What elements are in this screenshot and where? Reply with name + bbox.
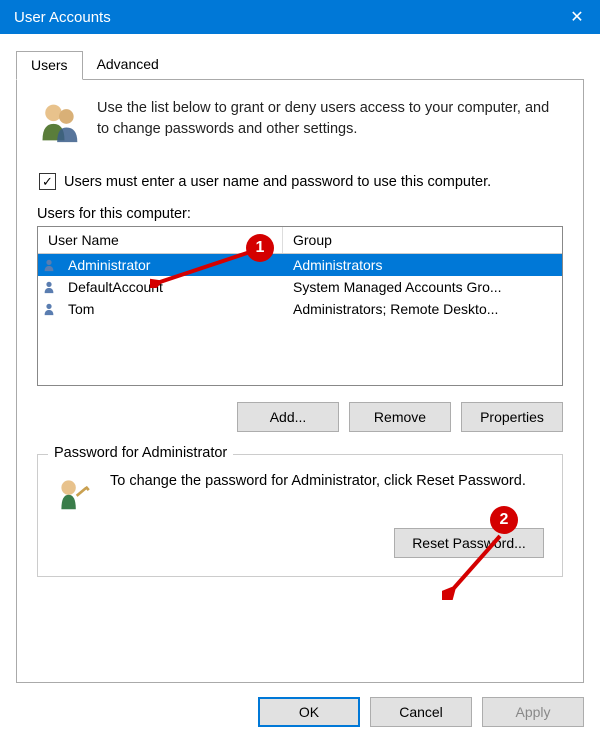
user-icon	[38, 302, 58, 316]
cell-username: DefaultAccount	[58, 276, 283, 298]
password-button-row: Reset Password...	[56, 528, 544, 558]
intro-row: Use the list below to grant or deny user…	[37, 98, 563, 149]
tab-advanced[interactable]: Advanced	[83, 51, 173, 80]
users-list-label: Users for this computer:	[37, 206, 563, 222]
dialog-content: Users Advanced Use the list below to gra…	[0, 34, 600, 739]
key-icon	[56, 471, 92, 514]
reset-password-button[interactable]: Reset Password...	[394, 528, 544, 558]
password-row: To change the password for Administrator…	[56, 471, 544, 514]
password-groupbox: Password for Administrator To change the…	[37, 454, 563, 577]
column-username[interactable]: User Name	[38, 227, 283, 253]
list-row-administrator[interactable]: Administrator Administrators	[38, 254, 562, 276]
users-list[interactable]: User Name Group Administrator Administra…	[37, 226, 563, 386]
require-password-label: Users must enter a user name and passwor…	[64, 174, 491, 190]
cell-group: Administrators; Remote Deskto...	[283, 298, 562, 320]
list-rows: Administrator Administrators DefaultAcco…	[38, 254, 562, 320]
tab-users[interactable]: Users	[16, 51, 83, 80]
list-header[interactable]: User Name Group	[38, 227, 562, 254]
window-title: User Accounts	[14, 9, 554, 26]
password-groupbox-title: Password for Administrator	[48, 445, 233, 461]
users-icon	[37, 98, 81, 149]
require-password-checkbox-row[interactable]: ✓ Users must enter a user name and passw…	[39, 173, 563, 190]
cell-group: System Managed Accounts Gro...	[283, 276, 562, 298]
add-button[interactable]: Add...	[237, 402, 339, 432]
tab-body-users: Use the list below to grant or deny user…	[16, 80, 584, 683]
dialog-footer: OK Cancel Apply	[16, 683, 584, 727]
titlebar: User Accounts ✕	[0, 0, 600, 34]
cancel-button[interactable]: Cancel	[370, 697, 472, 727]
list-row-defaultaccount[interactable]: DefaultAccount System Managed Accounts G…	[38, 276, 562, 298]
password-text: To change the password for Administrator…	[110, 471, 544, 492]
close-button[interactable]: ✕	[554, 0, 600, 34]
tab-advanced-label: Advanced	[97, 56, 159, 72]
apply-button[interactable]: Apply	[482, 697, 584, 727]
user-icon	[38, 258, 58, 272]
tab-users-label: Users	[31, 57, 68, 73]
column-group[interactable]: Group	[283, 227, 562, 253]
list-row-tom[interactable]: Tom Administrators; Remote Deskto...	[38, 298, 562, 320]
ok-button[interactable]: OK	[258, 697, 360, 727]
cell-group: Administrators	[283, 254, 562, 276]
cell-username: Administrator	[58, 254, 283, 276]
properties-button[interactable]: Properties	[461, 402, 563, 432]
intro-text: Use the list below to grant or deny user…	[97, 98, 563, 140]
user-buttons-row: Add... Remove Properties	[37, 402, 563, 432]
tab-strip: Users Advanced	[16, 50, 584, 80]
remove-button[interactable]: Remove	[349, 402, 451, 432]
require-password-checkbox[interactable]: ✓	[39, 173, 56, 190]
cell-username: Tom	[58, 298, 283, 320]
check-icon: ✓	[42, 175, 53, 188]
close-icon: ✕	[570, 7, 583, 27]
user-icon	[38, 280, 58, 294]
